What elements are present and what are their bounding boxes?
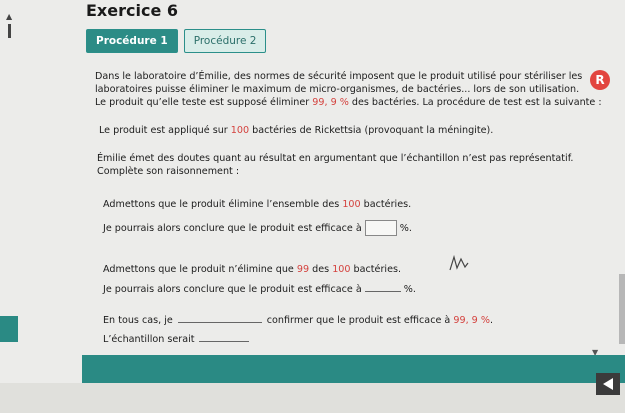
final-start: En tous cas, je xyxy=(103,315,173,326)
final-line-2: L’échantillon serait xyxy=(103,334,249,346)
step1-end: bactéries de Rickettsia (provoquant la m… xyxy=(249,125,494,136)
reason1-conclusion-text: Je pourrais alors conclure que le produi… xyxy=(103,223,362,234)
final-end: . xyxy=(489,315,493,326)
final-line-1: En tous cas, je confirmer que le produit … xyxy=(103,315,493,327)
efficacy-answer-box-1[interactable] xyxy=(364,220,397,236)
reason2-premise: Admettons que le produit n’élimine que 9… xyxy=(103,264,401,276)
final-rate-value: 99, 9 % xyxy=(453,315,490,326)
right-scrollbar[interactable] xyxy=(619,274,625,344)
reason1-end: bactéries. xyxy=(360,199,412,210)
step1-start: Le produit est appliqué sur xyxy=(99,125,231,136)
scroll-indicator xyxy=(8,24,11,38)
reason1-count: 100 xyxy=(342,199,361,210)
left-accent-block xyxy=(0,316,18,342)
reason1-start: Admettons que le produit élimine l’ensem… xyxy=(103,199,343,210)
intro-line-1: Dans le laboratoire d’Émilie, des normes… xyxy=(95,71,583,82)
previous-page-icon[interactable] xyxy=(596,373,620,395)
handwriting-cursor-icon xyxy=(449,254,469,271)
reason1-premise: Admettons que le produit élimine l’ensem… xyxy=(103,199,411,211)
reason2-start: Admettons que le produit n’élimine que xyxy=(103,264,297,275)
r-badge-icon[interactable]: R xyxy=(590,70,610,90)
tab-procedure-2[interactable]: Procédure 2 xyxy=(183,29,267,53)
final-line-2-text: L’échantillon serait xyxy=(103,334,195,345)
reason2-count-a: 99 xyxy=(296,264,310,275)
reason2-unit: %. xyxy=(403,284,416,295)
procedure-tabs: Procédure 1 Procédure 2 xyxy=(86,29,267,53)
reason2-count-b: 100 xyxy=(332,264,351,275)
bottom-strip xyxy=(0,383,625,413)
reason1-unit: %. xyxy=(399,223,412,234)
left-margin: ▲ xyxy=(0,0,18,413)
reason2-conclusion-text: Je pourrais alors conclure que le produi… xyxy=(103,284,362,295)
exercise-title: Exercice 6 xyxy=(86,1,178,20)
verb-answer-blank[interactable] xyxy=(177,322,262,323)
reason2-end: bactéries. xyxy=(350,264,402,275)
intro-line-2: laboratoires puisse éliminer le maximum … xyxy=(95,84,580,95)
scroll-up-icon[interactable]: ▲ xyxy=(6,12,12,21)
efficacy-answer-blank-2[interactable] xyxy=(364,291,401,292)
test-procedure-text: Le produit est appliqué sur 100 bactérie… xyxy=(99,125,493,137)
footer-bar xyxy=(82,355,625,383)
intro-line-3-start: Le produit qu’elle teste est supposé éli… xyxy=(95,97,313,108)
reason2-mid: des xyxy=(309,264,333,275)
reason1-conclusion: Je pourrais alors conclure que le produi… xyxy=(103,220,412,236)
sample-answer-blank[interactable] xyxy=(198,341,249,342)
bacteria-count: 100 xyxy=(230,125,250,136)
final-mid: confirmer que le produit est efficace à xyxy=(266,315,454,326)
doubt-line-2: Complète son raisonnement : xyxy=(97,166,240,177)
doubt-line-1: Émilie émet des doutes quant au résultat… xyxy=(97,153,574,164)
reason2-conclusion: Je pourrais alors conclure que le produi… xyxy=(103,284,416,296)
target-rate-value: 99, 9 % xyxy=(312,97,349,108)
intro-line-3-end: des bactéries. La procédure de test est … xyxy=(348,97,602,108)
exercise-page: ▲ Exercice 6 Procédure 1 Procédure 2 R D… xyxy=(0,0,625,413)
tab-procedure-1[interactable]: Procédure 1 xyxy=(86,29,178,53)
intro-line-3: Le produit qu’elle teste est supposé éli… xyxy=(95,97,602,109)
